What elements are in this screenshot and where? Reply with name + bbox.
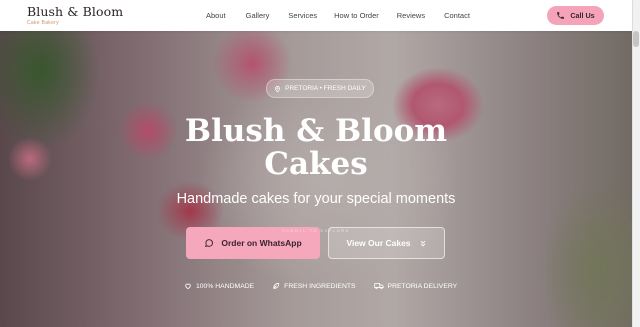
hero-title-line1: Blush & Bloom: [184, 113, 448, 149]
call-us-button[interactable]: Call Us: [547, 6, 604, 25]
hero-section: PRETORIA • FRESH DAILY Blush & Bloom Cak…: [0, 31, 632, 327]
logo[interactable]: Blush & Bloom Cake Bakery: [27, 4, 124, 26]
feature-label: FRESH INGREDIENTS: [284, 282, 356, 290]
chat-bubble-icon: [204, 238, 214, 248]
feature-label: 100% HANDMADE: [196, 282, 255, 290]
location-badge-text: PRETORIA • FRESH DAILY: [285, 85, 366, 92]
heart-icon: [184, 282, 192, 290]
phone-icon: [556, 11, 565, 20]
view-cakes-label: View Our Cakes: [346, 238, 411, 248]
nav-link-gallery[interactable]: Gallery: [246, 11, 270, 20]
nav-link-contact[interactable]: Contact: [444, 11, 470, 20]
logo-title: Blush & Bloom: [27, 4, 124, 19]
location-pin-icon: [274, 85, 281, 93]
hero-title-line2: Cakes: [264, 146, 368, 182]
order-whatsapp-label: Order on WhatsApp: [221, 238, 302, 248]
nav-menu: About Gallery Services How to Order Revi…: [206, 11, 470, 20]
call-us-label: Call Us: [570, 11, 595, 20]
leaf-icon: [272, 282, 280, 290]
navbar: Blush & Bloom Cake Bakery About Gallery …: [0, 0, 632, 31]
truck-icon: [373, 282, 384, 290]
double-chevron-down-icon: [419, 239, 427, 248]
hero-tagline: Handmade cakes for your special moments: [176, 191, 456, 207]
page-scrollbar[interactable]: [632, 0, 640, 327]
logo-subtitle: Cake Bakery: [27, 19, 59, 26]
scroll-hint: SCROLL TO EXPLORE: [282, 228, 350, 233]
nav-link-services[interactable]: Services: [288, 11, 317, 20]
location-badge: PRETORIA • FRESH DAILY: [266, 79, 374, 98]
feature-item: FRESH INGREDIENTS: [272, 282, 356, 290]
nav-link-reviews[interactable]: Reviews: [397, 11, 425, 20]
feature-list: 100% HANDMADE FRESH INGREDIENTS PRETORIA…: [184, 282, 457, 290]
nav-link-how-to-order[interactable]: How to Order: [334, 11, 379, 20]
feature-item: PRETORIA DELIVERY: [373, 282, 458, 290]
scrollbar-thumb[interactable]: [633, 31, 639, 47]
feature-item: 100% HANDMADE: [184, 282, 254, 290]
nav-link-about[interactable]: About: [206, 11, 226, 20]
feature-label: PRETORIA DELIVERY: [387, 282, 458, 290]
